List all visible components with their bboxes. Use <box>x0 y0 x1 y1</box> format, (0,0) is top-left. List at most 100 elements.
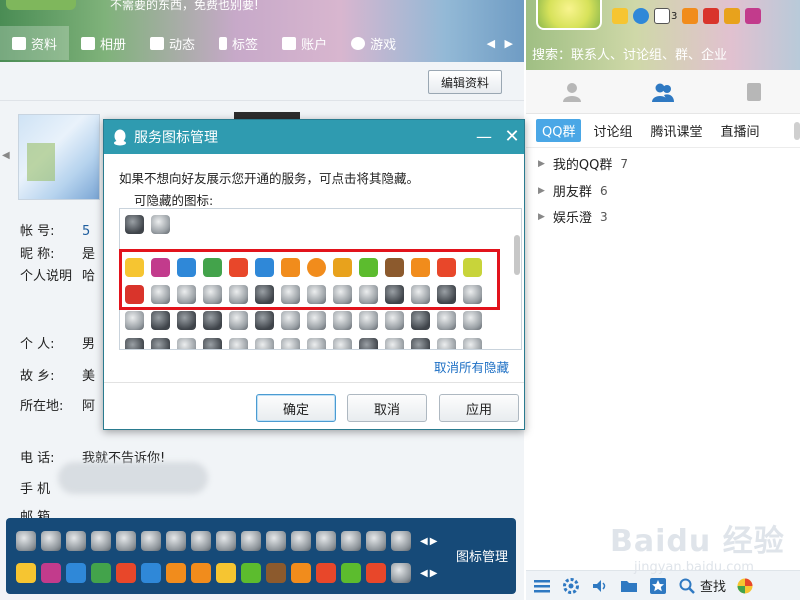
dialog-title-bar[interactable]: 服务图标管理 <box>104 120 524 154</box>
speaker-icon[interactable] <box>590 576 610 596</box>
cartoon-icon[interactable] <box>125 285 144 304</box>
app-icon[interactable] <box>151 258 170 277</box>
diamond-icon[interactable] <box>151 215 170 234</box>
group-item[interactable]: ▶ 娱乐澄 3 <box>538 207 608 227</box>
avatar[interactable] <box>536 0 602 30</box>
cow-icon[interactable] <box>281 285 300 304</box>
photo-prev-arrow-icon[interactable]: ◀ <box>2 150 10 161</box>
service-icon[interactable] <box>203 311 222 330</box>
service-icon[interactable] <box>151 338 170 349</box>
diamond-icon[interactable] <box>341 531 361 551</box>
mail-icon[interactable] <box>654 8 670 24</box>
search-input[interactable]: 搜索：联系人、讨论组、群、企业 <box>532 42 794 64</box>
close-button[interactable]: ✕ <box>504 126 520 147</box>
ok-button[interactable]: 确定 <box>256 394 336 422</box>
gift-icon[interactable] <box>703 8 720 24</box>
cartoon-icon[interactable] <box>341 563 361 583</box>
cartoon-icon[interactable] <box>366 563 386 583</box>
subtab-qq-groups[interactable]: QQ群 <box>536 119 582 142</box>
qzone-icon[interactable] <box>633 8 649 24</box>
service-icon[interactable] <box>125 215 144 234</box>
spiral-icon[interactable] <box>203 285 222 304</box>
eye-icon[interactable] <box>229 285 248 304</box>
group-item[interactable]: ▶ 朋友群 6 <box>538 181 608 201</box>
gift-icon[interactable] <box>385 258 404 277</box>
panel-scrollbar[interactable] <box>514 235 520 275</box>
service-icon[interactable] <box>385 338 404 349</box>
game-icon[interactable] <box>724 8 741 24</box>
photo-icon[interactable] <box>66 563 86 583</box>
fire-icon[interactable] <box>229 258 248 277</box>
service-icon[interactable] <box>463 338 482 349</box>
phone-icon[interactable] <box>437 311 456 330</box>
chart-icon[interactable] <box>166 563 186 583</box>
card-icon[interactable] <box>333 258 352 277</box>
mail-icon[interactable] <box>333 285 352 304</box>
cancel-button[interactable]: 取消 <box>347 394 427 422</box>
app-icon[interactable] <box>41 563 61 583</box>
tab-account[interactable]: 账户 <box>270 26 339 60</box>
service-icon[interactable] <box>385 311 404 330</box>
tab-groups[interactable] <box>650 79 676 105</box>
tabs-scroll-arrows[interactable]: ◀ ▶ <box>487 37 524 50</box>
service-icon[interactable] <box>141 531 161 551</box>
diamond-icon[interactable] <box>391 563 411 583</box>
service-icon[interactable] <box>307 338 326 349</box>
service-icon[interactable] <box>66 531 86 551</box>
service-icon[interactable] <box>151 285 170 304</box>
service-icon[interactable] <box>41 531 61 551</box>
edit-profile-button[interactable]: 编辑资料 <box>428 70 502 94</box>
service-icon[interactable] <box>229 338 248 349</box>
chart-icon[interactable] <box>281 258 300 277</box>
diamond-icon[interactable] <box>116 531 136 551</box>
wallet-icon[interactable] <box>682 8 699 24</box>
subtab-live[interactable]: 直播间 <box>715 119 766 142</box>
card-icon[interactable] <box>216 563 236 583</box>
photo-icon[interactable] <box>177 258 196 277</box>
diamond-icon[interactable] <box>216 531 236 551</box>
service-icon[interactable] <box>125 338 144 349</box>
service-icon[interactable] <box>411 338 430 349</box>
cartoon-icon[interactable] <box>463 258 482 277</box>
unhide-all-link[interactable]: 取消所有隐藏 <box>434 357 509 376</box>
game-icon[interactable] <box>91 563 111 583</box>
service-icon[interactable] <box>16 531 36 551</box>
service-icon[interactable] <box>125 311 144 330</box>
music-icon[interactable] <box>191 563 211 583</box>
tab-more[interactable] <box>741 79 767 105</box>
service-icon[interactable] <box>91 531 111 551</box>
cartoon-icon[interactable] <box>316 563 336 583</box>
menu-icon[interactable] <box>532 576 552 596</box>
apply-button[interactable]: 应用 <box>439 394 519 422</box>
service-icon[interactable] <box>255 338 274 349</box>
shield-icon[interactable] <box>141 563 161 583</box>
star-icon[interactable] <box>16 563 36 583</box>
icon-row-arrows[interactable]: ◀▶ <box>420 536 439 547</box>
shield-icon[interactable] <box>177 285 196 304</box>
service-icon[interactable] <box>333 311 352 330</box>
heart-icon[interactable] <box>366 531 386 551</box>
group-item[interactable]: ▶ 我的QQ群 7 <box>538 154 628 174</box>
diamond-icon[interactable] <box>266 531 286 551</box>
service-icon[interactable] <box>151 311 170 330</box>
service-icon[interactable] <box>281 338 300 349</box>
diamond-icon[interactable] <box>241 531 261 551</box>
service-icon[interactable] <box>307 285 326 304</box>
cartoon-icon[interactable] <box>291 563 311 583</box>
game-icon[interactable] <box>203 258 222 277</box>
face-icon[interactable] <box>411 285 430 304</box>
dragon-icon[interactable] <box>241 563 261 583</box>
minimize-button[interactable]: — <box>476 127 492 146</box>
tab-feed[interactable]: 动态 <box>138 26 207 60</box>
clover-icon[interactable] <box>359 285 378 304</box>
service-icon[interactable] <box>229 311 248 330</box>
service-icon[interactable] <box>255 311 274 330</box>
star-icon[interactable] <box>612 8 628 24</box>
music-icon[interactable] <box>307 258 326 277</box>
subtabs-scroll[interactable] <box>794 121 800 140</box>
tab-games[interactable]: 游戏 <box>339 26 408 60</box>
icon-manage-link[interactable]: 图标管理 <box>456 546 508 565</box>
cartoon-icon[interactable] <box>437 258 456 277</box>
dragon-icon[interactable] <box>359 258 378 277</box>
service-icon[interactable] <box>203 338 222 349</box>
